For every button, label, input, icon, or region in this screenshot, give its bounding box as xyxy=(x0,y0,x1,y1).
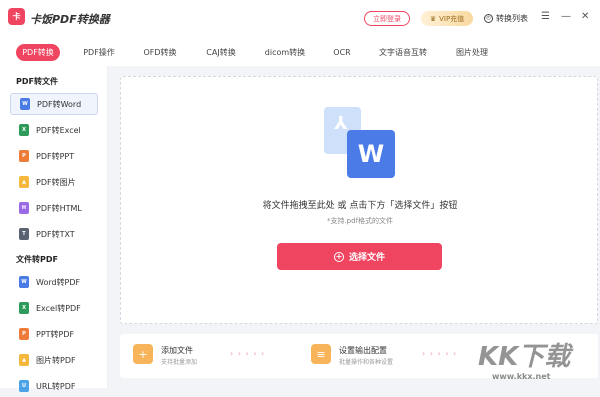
sidebar-item-label: Word转PDF xyxy=(36,277,81,287)
vip-label: VIP充值 xyxy=(439,14,465,23)
tab-caj-convert[interactable]: CAJ转换 xyxy=(200,44,242,61)
step-add-file-title: 添加文件 xyxy=(161,346,193,355)
sidebar-item-url-to-pdf[interactable]: U URL转PDF xyxy=(10,375,98,397)
sidebar-item-pdf-to-ppt[interactable]: P PDF转PPT xyxy=(10,145,98,167)
url-icon: U xyxy=(19,380,29,392)
sidebar: PDF转文件 W PDF转Word X PDF转Excel P PDF转PPT … xyxy=(0,66,108,392)
watermark-logo: KK下载 xyxy=(478,342,571,372)
ppt-icon: P xyxy=(19,150,29,162)
sidebar-item-pdf-to-html[interactable]: H PDF转HTML xyxy=(10,197,98,219)
sidebar-item-label: PDF转TXT xyxy=(36,229,75,239)
sidebar-item-label: PDF转图片 xyxy=(36,177,76,187)
app-title: 卡饭PDF转换器 xyxy=(30,13,110,26)
sidebar-item-pdf-to-excel[interactable]: X PDF转Excel xyxy=(10,119,98,141)
select-file-button[interactable]: + 选择文件 xyxy=(277,243,442,270)
sidebar-item-label: PDF转Excel xyxy=(36,125,81,135)
tab-pdf-operate[interactable]: PDF操作 xyxy=(78,44,120,61)
menu-icon[interactable]: ☰ xyxy=(541,11,550,22)
tab-ofd-convert[interactable]: OFD转换 xyxy=(140,44,180,61)
plus-circle-icon: + xyxy=(333,251,344,262)
sidebar-item-label: PDF转PPT xyxy=(36,151,75,161)
watermark-url: www.kkx.net xyxy=(492,372,551,381)
sidebar-item-word-to-pdf[interactable]: W Word转PDF xyxy=(10,271,98,293)
conversion-list-label: 转换列表 xyxy=(496,14,528,23)
tab-ocr[interactable]: OCR xyxy=(328,44,356,61)
sidebar-item-image-to-pdf[interactable]: ▲ 图片转PDF xyxy=(10,349,98,371)
add-file-icon: + xyxy=(133,344,153,364)
step-add-file-subtitle: 支持批量添加 xyxy=(161,359,198,366)
sidebar-item-label: Excel转PDF xyxy=(36,303,81,313)
step-arrows: › › › › › xyxy=(422,349,458,358)
minimize-icon[interactable]: — xyxy=(561,11,571,22)
conversion-list-button[interactable]: ◴ 转换列表 xyxy=(484,11,528,26)
word-file-icon: W xyxy=(347,130,395,178)
close-icon[interactable]: ✕ xyxy=(581,11,589,22)
section-title-file-to-pdf: 文件转PDF xyxy=(16,255,58,264)
tab-dicom-convert[interactable]: dicom转换 xyxy=(262,44,308,61)
select-file-label: 选择文件 xyxy=(348,253,385,263)
sidebar-item-excel-to-pdf[interactable]: X Excel转PDF xyxy=(10,297,98,319)
tab-bar: PDF转换 PDF操作 OFD转换 CAJ转换 dicom转换 OCR 文字语音… xyxy=(0,36,600,66)
step-settings-subtitle: 批量操作和各种设置 xyxy=(339,359,394,366)
image-icon: ▲ xyxy=(19,176,29,188)
history-icon: ◴ xyxy=(484,14,493,23)
title-bar: 卡 卡饭PDF转换器 立即登录 ♛ VIP充值 ◴ 转换列表 ☰ — ✕ xyxy=(0,0,600,36)
word-icon: W xyxy=(19,276,29,288)
tab-text-speech[interactable]: 文字语音互转 xyxy=(376,44,430,61)
crown-icon: ♛ xyxy=(429,14,437,23)
txt-icon: T xyxy=(19,228,29,240)
sidebar-item-ppt-to-pdf[interactable]: P PPT转PDF xyxy=(10,323,98,345)
sidebar-item-label: PPT转PDF xyxy=(36,329,75,339)
sidebar-item-label: PDF转Word xyxy=(37,99,82,109)
sidebar-item-label: PDF转HTML xyxy=(36,203,82,213)
drop-instruction: 将文件拖拽至此处 或 点击下方「选择文件」按钮 xyxy=(262,201,458,211)
image-icon: ▲ xyxy=(19,354,29,366)
settings-icon: ≡ xyxy=(311,344,331,364)
vip-recharge-button[interactable]: ♛ VIP充值 xyxy=(421,11,473,26)
app-logo-icon: 卡 xyxy=(8,8,25,25)
excel-icon: X xyxy=(19,124,29,136)
sidebar-item-pdf-to-image[interactable]: ▲ PDF转图片 xyxy=(10,171,98,193)
step-arrows: › › › › › xyxy=(230,349,266,358)
step-settings-title: 设置输出配置 xyxy=(339,346,387,355)
sidebar-item-pdf-to-txt[interactable]: T PDF转TXT xyxy=(10,223,98,245)
login-button[interactable]: 立即登录 xyxy=(364,11,410,26)
sidebar-item-label: URL转PDF xyxy=(36,381,76,391)
sidebar-item-pdf-to-word[interactable]: W PDF转Word xyxy=(10,93,98,115)
word-icon: W xyxy=(20,98,30,110)
section-title-pdf-to-file: PDF转文件 xyxy=(16,77,58,86)
supported-format-hint: *支持.pdf格式的文件 xyxy=(326,217,394,225)
ppt-icon: P xyxy=(19,328,29,340)
html-icon: H xyxy=(19,202,29,214)
sidebar-item-label: 图片转PDF xyxy=(36,355,76,365)
excel-icon: X xyxy=(19,302,29,314)
tab-image-process[interactable]: 图片处理 xyxy=(450,44,494,61)
tab-pdf-convert[interactable]: PDF转换 xyxy=(16,44,60,61)
